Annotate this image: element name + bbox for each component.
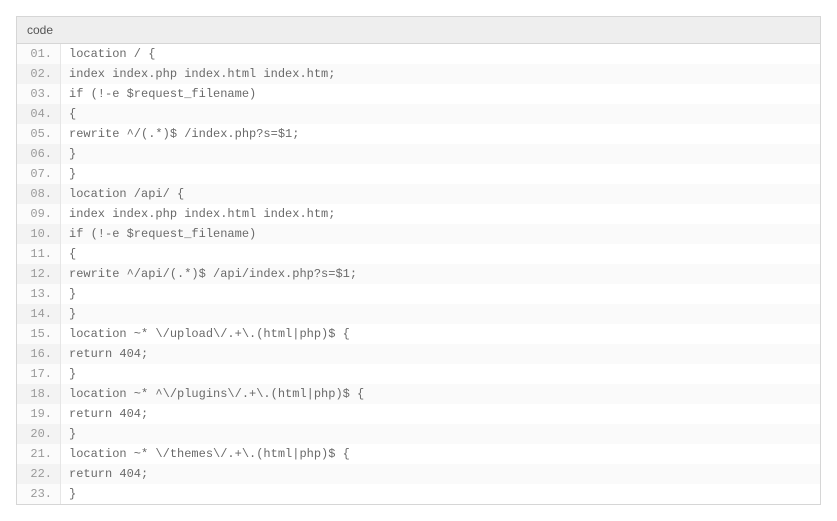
line-text: return 404; (61, 344, 820, 364)
code-line: 17.} (17, 364, 820, 384)
line-text: location ~* \/upload\/.+\.(html|php)$ { (61, 324, 820, 344)
code-body: 01.location / { 02.index index.php index… (17, 44, 820, 504)
line-number: 20. (17, 424, 61, 444)
code-header: code (17, 17, 820, 44)
code-line: 14.} (17, 304, 820, 324)
code-line: 18.location ~* ^\/plugins\/.+\.(html|php… (17, 384, 820, 404)
line-number: 08. (17, 184, 61, 204)
line-text: { (61, 244, 820, 264)
line-text: } (61, 424, 820, 444)
line-number: 07. (17, 164, 61, 184)
line-text: } (61, 144, 820, 164)
line-text: location ~* ^\/plugins\/.+\.(html|php)$ … (61, 384, 820, 404)
line-number: 13. (17, 284, 61, 304)
line-number: 02. (17, 64, 61, 84)
code-line: 08.location /api/ { (17, 184, 820, 204)
code-header-title: code (27, 23, 53, 37)
line-number: 09. (17, 204, 61, 224)
code-block: code 01.location / { 02.index index.php … (16, 16, 821, 505)
line-number: 18. (17, 384, 61, 404)
line-number: 22. (17, 464, 61, 484)
code-line: 11.{ (17, 244, 820, 264)
line-text: index index.php index.html index.htm; (61, 64, 820, 84)
line-text: } (61, 364, 820, 384)
code-line: 04.{ (17, 104, 820, 124)
line-text: return 404; (61, 464, 820, 484)
line-number: 03. (17, 84, 61, 104)
line-text: rewrite ^/(.*)$ /index.php?s=$1; (61, 124, 820, 144)
line-number: 23. (17, 484, 61, 504)
line-number: 10. (17, 224, 61, 244)
line-text: return 404; (61, 404, 820, 424)
line-text: } (61, 164, 820, 184)
line-text: } (61, 304, 820, 324)
line-number: 19. (17, 404, 61, 424)
code-line: 06.} (17, 144, 820, 164)
line-number: 05. (17, 124, 61, 144)
line-text: } (61, 484, 820, 504)
code-line: 01.location / { (17, 44, 820, 64)
line-text: } (61, 284, 820, 304)
line-number: 14. (17, 304, 61, 324)
code-line: 13.} (17, 284, 820, 304)
line-number: 21. (17, 444, 61, 464)
code-line: 19.return 404; (17, 404, 820, 424)
line-text: location /api/ { (61, 184, 820, 204)
line-number: 17. (17, 364, 61, 384)
line-text: location / { (61, 44, 820, 64)
code-line: 10.if (!-e $request_filename) (17, 224, 820, 244)
line-text: index index.php index.html index.htm; (61, 204, 820, 224)
line-number: 16. (17, 344, 61, 364)
code-line: 12.rewrite ^/api/(.*)$ /api/index.php?s=… (17, 264, 820, 284)
code-line: 22.return 404; (17, 464, 820, 484)
line-number: 15. (17, 324, 61, 344)
line-number: 12. (17, 264, 61, 284)
code-line: 02.index index.php index.html index.htm; (17, 64, 820, 84)
code-line: 21.location ~* \/themes\/.+\.(html|php)$… (17, 444, 820, 464)
code-line: 07.} (17, 164, 820, 184)
code-line: 23.} (17, 484, 820, 504)
line-number: 11. (17, 244, 61, 264)
line-text: if (!-e $request_filename) (61, 84, 820, 104)
code-line: 15.location ~* \/upload\/.+\.(html|php)$… (17, 324, 820, 344)
line-number: 06. (17, 144, 61, 164)
line-text: rewrite ^/api/(.*)$ /api/index.php?s=$1; (61, 264, 820, 284)
line-text: location ~* \/themes\/.+\.(html|php)$ { (61, 444, 820, 464)
code-line: 05.rewrite ^/(.*)$ /index.php?s=$1; (17, 124, 820, 144)
code-line: 20.} (17, 424, 820, 444)
code-line: 09.index index.php index.html index.htm; (17, 204, 820, 224)
code-line: 03.if (!-e $request_filename) (17, 84, 820, 104)
line-number: 04. (17, 104, 61, 124)
line-text: { (61, 104, 820, 124)
line-number: 01. (17, 44, 61, 64)
line-text: if (!-e $request_filename) (61, 224, 820, 244)
code-line: 16.return 404; (17, 344, 820, 364)
